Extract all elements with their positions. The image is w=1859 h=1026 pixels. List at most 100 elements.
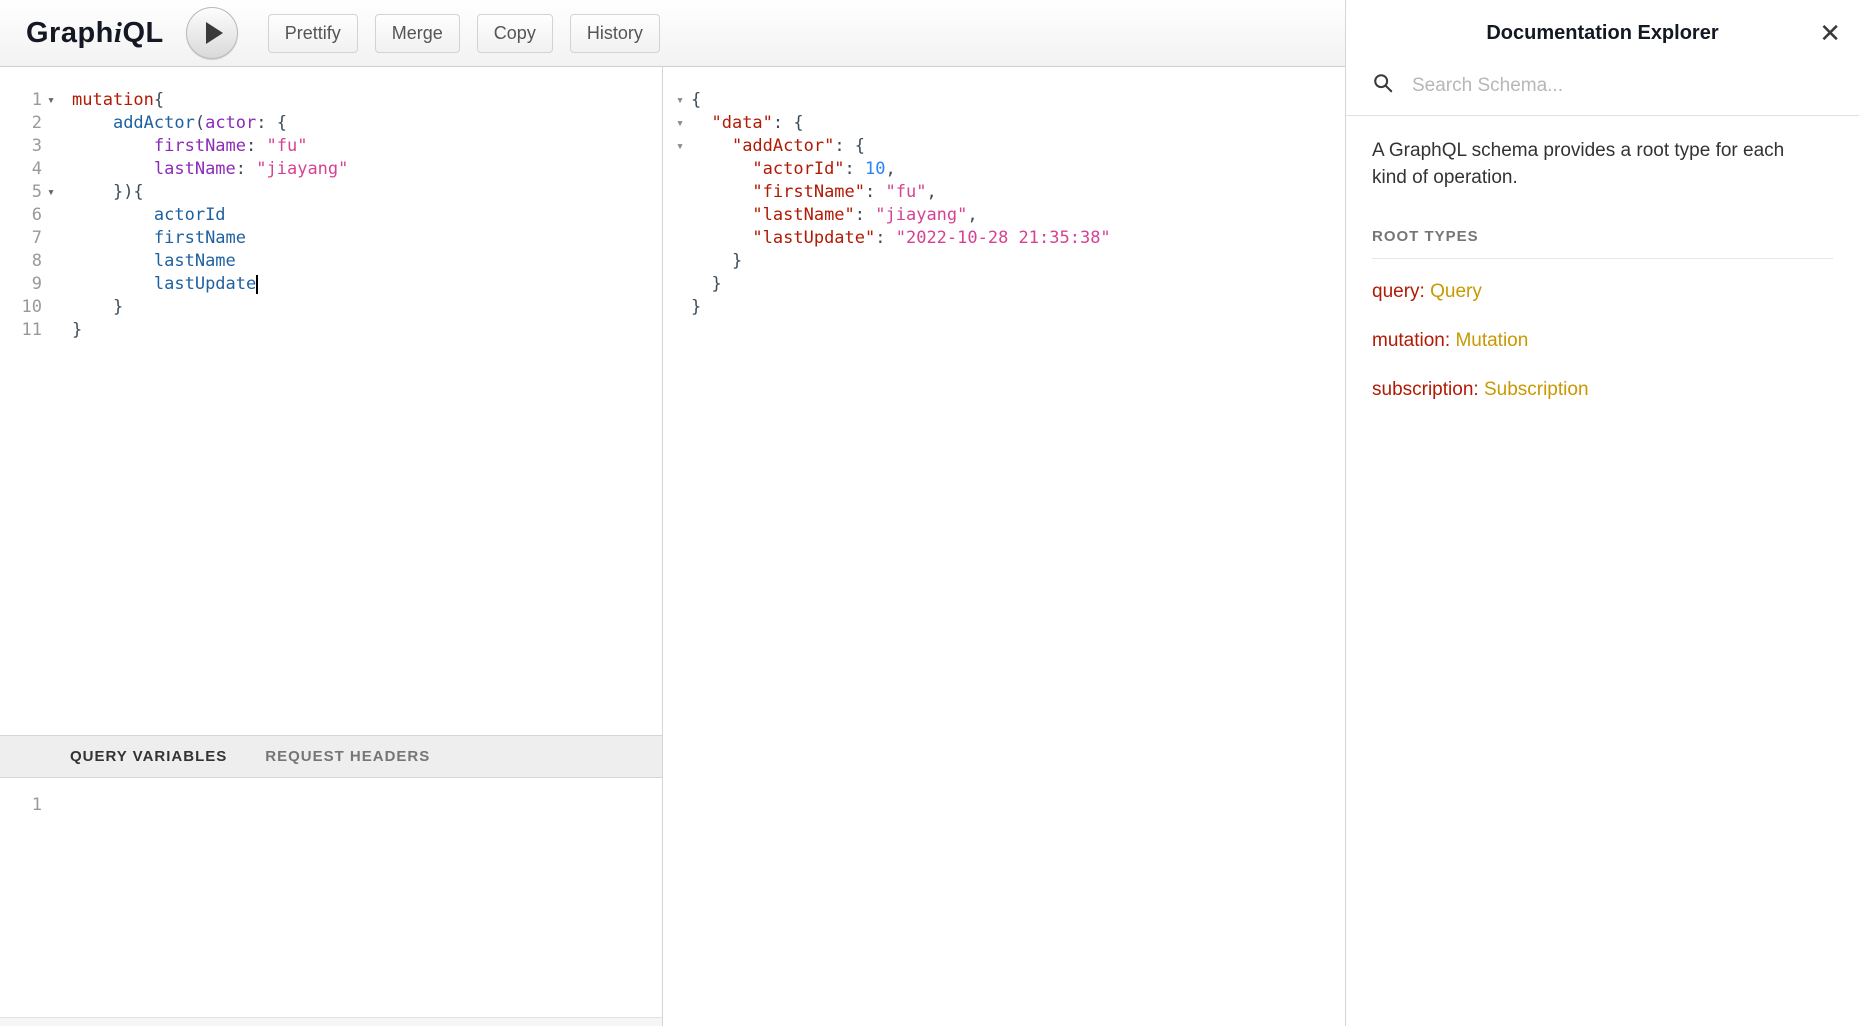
code-text: firstName [60,227,246,250]
code-line: 1▾mutation{ [0,89,662,112]
topbar: GraphiQL Prettify Merge Copy History [0,0,1345,67]
doc-search-row [1346,66,1859,116]
code-line: "lastName": "jiayang", [671,204,1345,227]
line-number: 7 [0,227,42,250]
line-number: 6 [0,204,42,227]
fold-gutter [42,296,60,319]
fold-gutter [671,181,689,204]
editor-column: 1▾mutation{2 addActor(actor: {3 firstNam… [0,67,663,1026]
code-text: lastName: "jiayang" [60,158,348,181]
code-text: "firstName": "fu", [689,181,937,204]
root-type-link[interactable]: Subscription [1484,379,1589,400]
code-text: "addActor": { [689,135,865,158]
root-type-link[interactable]: Query [1430,281,1482,302]
code-line: 10 } [0,296,662,319]
toolbar-button-merge[interactable]: Merge [375,14,460,53]
code-text: "actorId": 10, [689,158,896,181]
line-number: 1 [0,794,42,817]
code-text: } [689,250,742,273]
code-line: 5▾ }){ [0,181,662,204]
fold-gutter [671,296,689,319]
code-text: } [689,273,722,296]
root-type-query: query: Query [1372,281,1833,303]
root-types-list: query: Query mutation: Mutation subscripti… [1372,281,1833,401]
line-number: 2 [0,112,42,135]
line-number: 8 [0,250,42,273]
logo-text-ql: QL [122,17,163,49]
fold-arrow-icon[interactable]: ▾ [42,89,60,112]
toolbar-button-history[interactable]: History [570,14,660,53]
fold-gutter [42,250,60,273]
code-line: 9 lastUpdate [0,273,662,296]
doc-header: Documentation Explorer ✕ [1346,0,1859,66]
search-schema-input[interactable] [1412,75,1742,97]
doc-intro-text: A GraphQL schema provides a root type fo… [1372,138,1804,192]
line-number: 9 [0,273,42,296]
code-text [60,794,72,817]
toolbar: Prettify Merge Copy History [268,14,677,53]
code-text: }){ [60,181,144,204]
fold-gutter [671,250,689,273]
doc-title: Documentation Explorer [1486,22,1718,45]
fold-arrow-icon[interactable]: ▾ [671,112,689,135]
code-line: 3 firstName: "fu" [0,135,662,158]
line-number: 4 [0,158,42,181]
fold-gutter [42,204,60,227]
fold-gutter [671,273,689,296]
fold-gutter [671,227,689,250]
close-icon: ✕ [1819,18,1841,48]
code-text: addActor(actor: { [60,112,287,135]
toolbar-button-prettify[interactable]: Prettify [268,14,358,53]
root-type-link[interactable]: Mutation [1455,330,1528,351]
toolbar-button-copy[interactable]: Copy [477,14,553,53]
line-number: 5 [0,181,42,204]
graphiql-app: GraphiQL PrettifyMergeCopyHistory 1▾muta… [0,0,1859,1026]
fold-gutter [671,158,689,181]
tab-query-variables[interactable]: QUERY VARIABLES [70,748,227,765]
code-line: 1 [0,794,662,817]
close-button[interactable]: ✕ [1819,20,1841,46]
execute-button[interactable] [186,7,238,59]
code-line: ▾{ [671,89,1345,112]
fold-arrow-icon[interactable]: ▾ [671,89,689,112]
code-text: "data": { [689,112,804,135]
code-line: 2 addActor(actor: { [0,112,662,135]
code-line: 11} [0,319,662,342]
text-cursor [256,275,258,294]
code-line: "lastUpdate": "2022-10-28 21:35:38" [671,227,1345,250]
tab-request-headers[interactable]: REQUEST HEADERS [265,748,430,765]
fold-gutter [42,112,60,135]
fold-gutter [42,135,60,158]
code-line: } [671,296,1345,319]
code-text: lastName [60,250,236,273]
code-line: } [671,273,1345,296]
documentation-explorer-panel: Documentation Explorer ✕ A GraphQL schem… [1345,0,1859,1026]
root-type-subscription: subscription: Subscription [1372,379,1833,401]
code-text: actorId [60,204,226,227]
fold-arrow-icon[interactable]: ▾ [671,135,689,158]
code-line: ▾ "addActor": { [671,135,1345,158]
line-number: 3 [0,135,42,158]
root-type-keyword: subscription: [1372,379,1479,400]
code-text: { [689,89,701,112]
fold-gutter [42,794,60,817]
fold-gutter [42,273,60,296]
code-line: ▾ "data": { [671,112,1345,135]
root-type-keyword: query: [1372,281,1425,302]
code-text: "lastUpdate": "2022-10-28 21:35:38" [689,227,1111,250]
fold-arrow-icon[interactable]: ▾ [42,181,60,204]
query-variables-editor[interactable]: 1 [0,778,662,1026]
line-number: 11 [0,319,42,342]
code-line: "firstName": "fu", [671,181,1345,204]
root-type-keyword: mutation: [1372,330,1450,351]
horizontal-scrollbar[interactable] [0,1017,662,1026]
fold-gutter [671,204,689,227]
panes: 1▾mutation{2 addActor(actor: {3 firstNam… [0,67,1345,1026]
graphiql-logo: GraphiQL [26,17,164,50]
response-viewer: ▾{▾ "data": {▾ "addActor": { "actorId": … [663,67,1345,1026]
code-line: 4 lastName: "jiayang" [0,158,662,181]
query-editor[interactable]: 1▾mutation{2 addActor(actor: {3 firstNam… [0,67,662,735]
root-type-mutation: mutation: Mutation [1372,330,1833,352]
code-text: lastUpdate [60,273,258,296]
code-text: "lastName": "jiayang", [689,204,978,227]
